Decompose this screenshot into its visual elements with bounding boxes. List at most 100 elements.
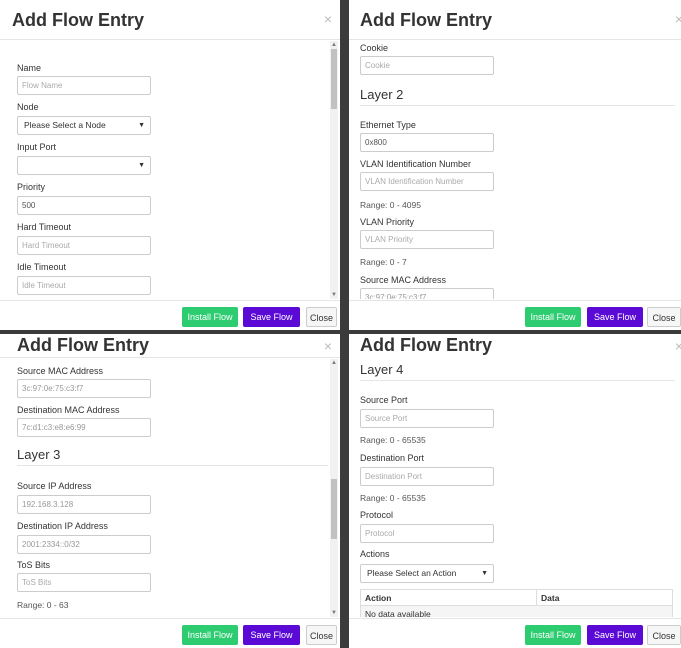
node-label: Node (17, 102, 39, 112)
modal-title: Add Flow Entry (12, 10, 144, 30)
cookie-input[interactable]: Cookie (360, 56, 494, 75)
layer4-heading: Layer 4 (360, 362, 404, 377)
ethernet-type-label: Ethernet Type (360, 120, 416, 130)
scroll-up-icon[interactable]: ▲ (330, 41, 338, 49)
close-icon[interactable]: × (675, 12, 681, 26)
modal-panel-general: Add Flow Entry × Name Flow Name Node Ple… (0, 0, 340, 330)
modal-body: Source MAC Address 3c:97:0e:75:c3:f7 Des… (0, 359, 328, 617)
protocol-label: Protocol (360, 510, 394, 520)
modal-footer: Install Flow Save Flow Close (349, 618, 681, 648)
table-header: Action Data (361, 590, 672, 606)
table-empty-message: No data available (365, 609, 431, 617)
scrollbar[interactable]: ▲ ▼ (330, 41, 338, 299)
modal-body: Cookie Cookie Layer 2 Ethernet Type 0x80… (349, 41, 681, 299)
modal-footer: Install Flow Save Flow Close (0, 618, 340, 648)
scroll-up-icon[interactable]: ▲ (330, 359, 338, 367)
idle-timeout-input[interactable]: Idle Timeout (17, 276, 151, 295)
destination-mac-label: Destination MAC Address (17, 405, 120, 415)
chevron-down-icon: ▼ (138, 162, 145, 169)
modal-title: Add Flow Entry (360, 335, 492, 355)
modal-header: Add Flow Entry × (0, 0, 340, 40)
close-button[interactable]: Close (647, 307, 681, 327)
actions-select[interactable]: Please Select an Action ▼ (360, 564, 494, 583)
install-flow-button[interactable]: Install Flow (525, 625, 581, 645)
save-flow-button[interactable]: Save Flow (587, 625, 643, 645)
save-flow-button[interactable]: Save Flow (243, 307, 300, 327)
cookie-label: Cookie (360, 43, 389, 53)
modal-body: Layer 4 Source Port Source Port Range: 0… (349, 359, 681, 617)
column-separator (536, 590, 537, 606)
destination-port-input[interactable]: Destination Port (360, 467, 494, 486)
section-divider (360, 380, 675, 381)
scroll-thumb[interactable] (331, 49, 337, 109)
close-button[interactable]: Close (306, 625, 337, 645)
input-port-select[interactable]: ▼ (17, 156, 151, 175)
modal-title: Add Flow Entry (360, 10, 492, 30)
priority-label: Priority (17, 182, 46, 192)
source-port-range: Range: 0 - 65535 (360, 435, 426, 445)
destination-port-label: Destination Port (360, 453, 425, 463)
layer2-heading: Layer 2 (360, 87, 404, 102)
tos-bits-label: ToS Bits (17, 560, 51, 570)
tos-bits-input[interactable]: ToS Bits (17, 573, 151, 592)
save-flow-button[interactable]: Save Flow (587, 307, 643, 327)
table-row: No data available (361, 606, 672, 617)
destination-ip-label: Destination IP Address (17, 521, 108, 531)
vlan-id-input[interactable]: VLAN Identification Number (360, 172, 494, 191)
modal-panel-layer4: Add Flow Entry × Layer 4 Source Port Sou… (349, 334, 681, 648)
flow-name-input[interactable]: Flow Name (17, 76, 151, 95)
column-header-action[interactable]: Action (365, 593, 391, 603)
hard-timeout-label: Hard Timeout (17, 222, 72, 232)
node-select[interactable]: Please Select a Node ▼ (17, 116, 151, 135)
column-header-data[interactable]: Data (541, 593, 559, 603)
section-divider (360, 105, 675, 106)
scroll-down-icon[interactable]: ▼ (330, 609, 338, 617)
destination-ip-input[interactable]: 2001:2334::0/32 (17, 535, 151, 554)
priority-input[interactable]: 500 (17, 196, 151, 215)
modal-header: Add Flow Entry × (349, 334, 681, 358)
modal-panel-layer2: Add Flow Entry × Cookie Cookie Layer 2 E… (349, 0, 681, 330)
idle-timeout-label: Idle Timeout (17, 262, 67, 272)
source-ip-input[interactable]: 192.168.3.128 (17, 495, 151, 514)
ethernet-type-input[interactable]: 0x800 (360, 133, 494, 152)
vlan-id-label: VLAN Identification Number (360, 159, 472, 169)
source-mac-label: Source MAC Address (360, 275, 447, 285)
close-button[interactable]: Close (306, 307, 337, 327)
source-mac-input[interactable]: 3c:97:0e:75:c3:f7 (360, 288, 494, 299)
node-select-value: Please Select a Node (24, 120, 106, 130)
vlan-priority-input[interactable]: VLAN Priority (360, 230, 494, 249)
tos-bits-range: Range: 0 - 63 (17, 600, 69, 610)
chevron-down-icon: ▼ (481, 570, 488, 577)
close-icon[interactable]: × (324, 12, 332, 26)
modal-footer: Install Flow Save Flow Close (0, 300, 340, 330)
install-flow-button[interactable]: Install Flow (182, 625, 238, 645)
close-icon[interactable]: × (675, 339, 681, 353)
save-flow-button[interactable]: Save Flow (243, 625, 300, 645)
source-port-input[interactable]: Source Port (360, 409, 494, 428)
source-port-label: Source Port (360, 395, 408, 405)
source-mac-label: Source MAC Address (17, 366, 104, 376)
vlan-priority-label: VLAN Priority (360, 217, 415, 227)
source-ip-label: Source IP Address (17, 481, 92, 491)
chevron-down-icon: ▼ (138, 122, 145, 129)
actions-label: Actions (360, 549, 390, 559)
protocol-input[interactable]: Protocol (360, 524, 494, 543)
scroll-down-icon[interactable]: ▼ (330, 291, 338, 299)
destination-port-range: Range: 0 - 65535 (360, 493, 426, 503)
modal-header: Add Flow Entry × (349, 0, 681, 40)
name-label: Name (17, 63, 42, 73)
destination-mac-input[interactable]: 7c:d1:c3:e8:e6:99 (17, 418, 151, 437)
modal-header: Add Flow Entry × (0, 334, 340, 358)
scroll-thumb[interactable] (331, 479, 337, 539)
hard-timeout-input[interactable]: Hard Timeout (17, 236, 151, 255)
close-button[interactable]: Close (647, 625, 681, 645)
input-port-label: Input Port (17, 142, 57, 152)
layer3-heading: Layer 3 (17, 447, 61, 462)
modal-footer: Install Flow Save Flow Close (349, 300, 681, 330)
close-icon[interactable]: × (324, 339, 332, 353)
actions-select-value: Please Select an Action (367, 568, 457, 578)
install-flow-button[interactable]: Install Flow (182, 307, 238, 327)
scrollbar[interactable]: ▲ ▼ (330, 359, 338, 617)
install-flow-button[interactable]: Install Flow (525, 307, 581, 327)
source-mac-input[interactable]: 3c:97:0e:75:c3:f7 (17, 379, 151, 398)
